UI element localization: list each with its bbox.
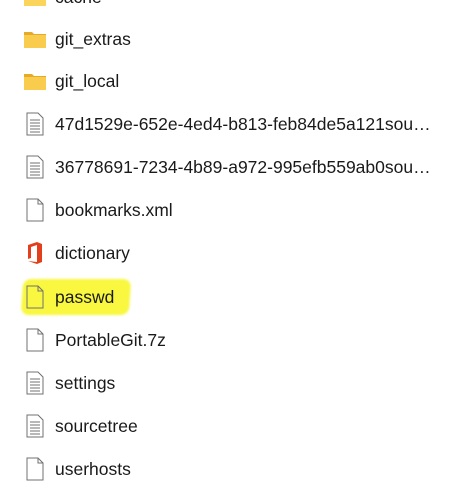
folder-icon <box>22 0 48 10</box>
list-item-source-file-2[interactable]: 36778691-7234-4b89-a972-995efb559ab0sou… <box>22 150 452 184</box>
list-item-portablegit[interactable]: PortableGit.7z <box>22 323 452 357</box>
text-file-icon <box>22 154 48 180</box>
list-item-passwd[interactable]: passwd <box>22 280 452 314</box>
list-item-bookmarks[interactable]: bookmarks.xml <box>22 193 452 227</box>
office-app-icon <box>22 240 48 266</box>
blank-file-icon <box>22 197 48 223</box>
text-file-icon <box>22 370 48 396</box>
file-name: 36778691-7234-4b89-a972-995efb559ab0sou… <box>55 157 431 177</box>
folder-icon <box>22 68 48 94</box>
file-list: cache git_extras git_local 47d1529e-652e… <box>0 0 460 498</box>
list-item-cache[interactable]: cache <box>22 0 452 14</box>
blank-file-icon <box>22 327 48 353</box>
file-name: cache <box>55 0 102 8</box>
list-item-dictionary[interactable]: dictionary <box>22 236 452 270</box>
blank-file-icon <box>22 456 48 482</box>
list-item-userhosts[interactable]: userhosts <box>22 452 452 486</box>
text-file-icon <box>22 413 48 439</box>
list-item-git-local[interactable]: git_local <box>22 64 452 98</box>
file-name: PortableGit.7z <box>55 330 166 350</box>
file-name: git_extras <box>55 29 131 49</box>
list-item-git-extras[interactable]: git_extras <box>22 22 452 56</box>
file-name: dictionary <box>55 243 130 263</box>
list-item-settings[interactable]: settings <box>22 366 452 400</box>
file-name: sourcetree <box>55 416 138 436</box>
list-item-sourcetree[interactable]: sourcetree <box>22 409 452 443</box>
text-file-icon <box>22 111 48 137</box>
file-name: bookmarks.xml <box>55 200 173 220</box>
file-name: settings <box>55 373 116 393</box>
file-name: userhosts <box>55 459 131 479</box>
blank-file-icon <box>22 284 48 310</box>
file-name: passwd <box>55 287 115 307</box>
list-item-source-file-1[interactable]: 47d1529e-652e-4ed4-b813-feb84de5a121sou… <box>22 107 452 141</box>
file-name: git_local <box>55 71 120 91</box>
file-name: 47d1529e-652e-4ed4-b813-feb84de5a121sou… <box>55 114 431 134</box>
folder-icon <box>22 26 48 52</box>
